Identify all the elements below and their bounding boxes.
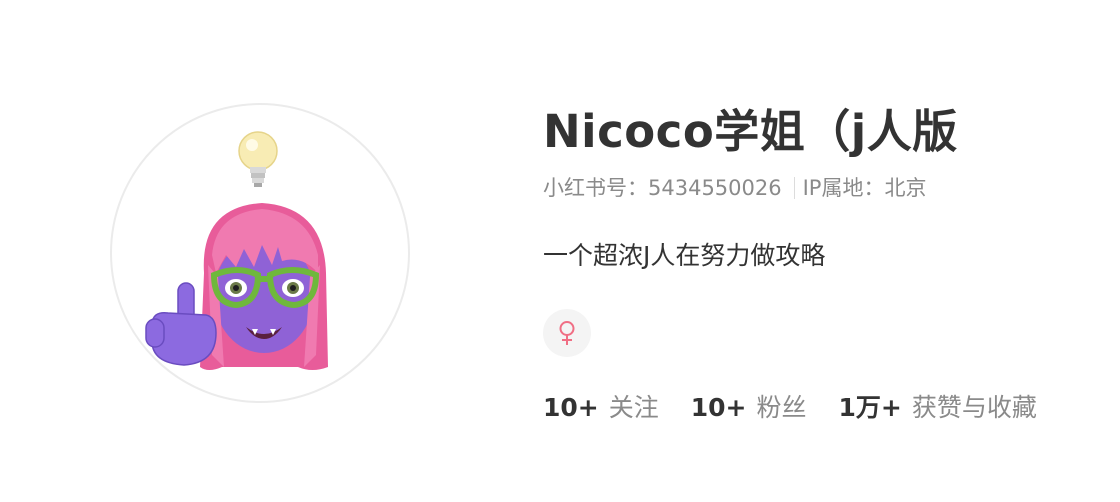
gender-badge [543, 309, 591, 357]
meta-divider [793, 177, 795, 199]
profile-meta: 小红书号：5434550026 IP属地：北京 [543, 173, 1103, 203]
nickname: Nicoco学姐（j人版 [543, 105, 958, 158]
avatar[interactable] [110, 103, 410, 403]
stat-likes-count: 1万+ [838, 393, 902, 422]
stat-followers[interactable]: 10+ 粉丝 [691, 388, 807, 424]
lightbulb-icon [238, 131, 278, 187]
stat-following-label: 关注 [608, 393, 659, 422]
stat-following-count: 10+ [543, 393, 599, 422]
red-id: 小红书号：5434550026 [543, 176, 782, 200]
stat-following[interactable]: 10+ 关注 [543, 388, 659, 424]
ip-location: IP属地：北京 [802, 176, 927, 200]
profile-description: 一个超浓J人在努力做攻略 [543, 241, 826, 270]
memoji-avatar-image [145, 131, 328, 370]
stat-followers-label: 粉丝 [756, 393, 807, 422]
profile-stats: 10+ 关注 10+ 粉丝 1万+ 获赞与收藏 [543, 388, 1103, 424]
profile-page: Nicoco学姐（j人版 小红书号：5434550026 IP属地：北京 一个超… [0, 0, 1120, 502]
stat-followers-count: 10+ [690, 393, 747, 422]
profile-info: Nicoco学姐（j人版 小红书号：5434550026 IP属地：北京 一个超… [543, 104, 1103, 424]
female-icon [559, 321, 575, 345]
stat-likes-label: 获赞与收藏 [911, 393, 1037, 422]
stat-likes-collects[interactable]: 1万+ 获赞与收藏 [839, 388, 1037, 424]
